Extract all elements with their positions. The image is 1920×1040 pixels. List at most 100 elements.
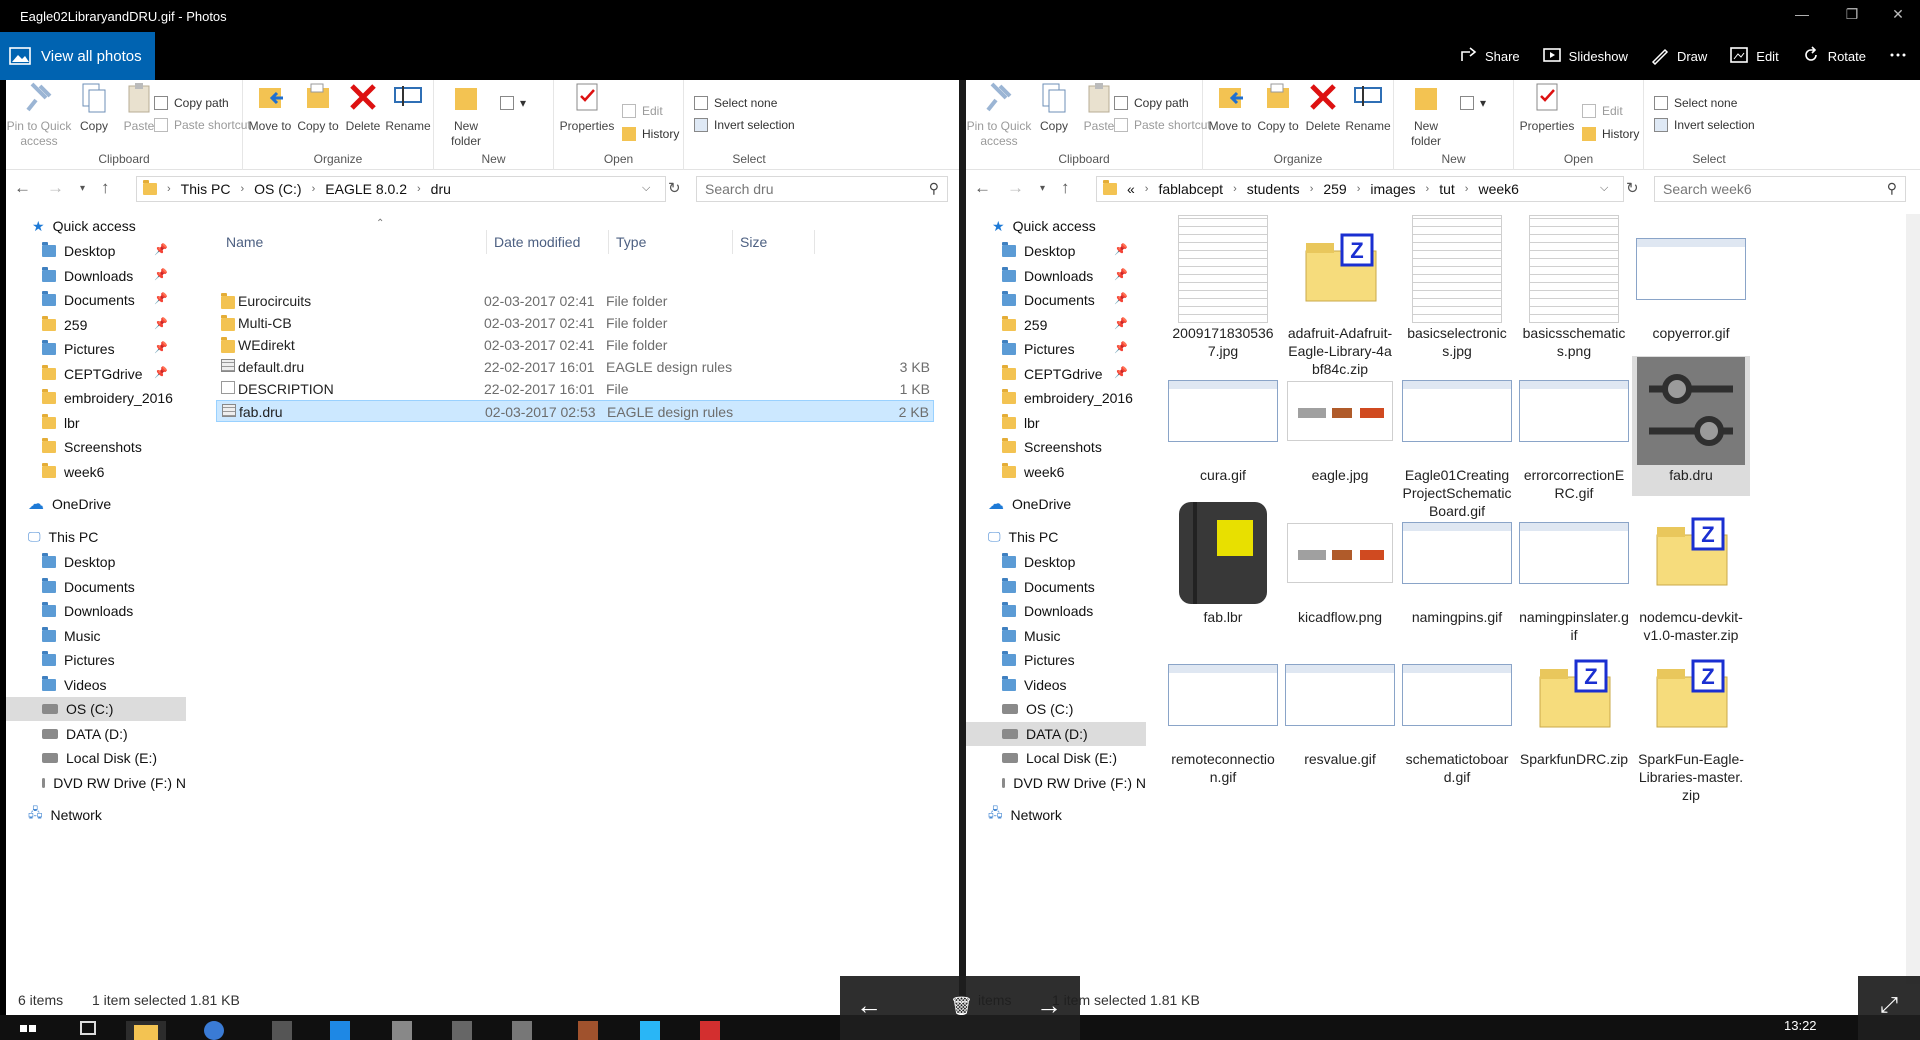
copy-to-button[interactable]: Copy to bbox=[1255, 80, 1301, 134]
column-name[interactable]: Name bbox=[226, 234, 263, 250]
nav-item-ceptgdrive[interactable]: CEPTGdrive 📌 bbox=[6, 362, 186, 386]
file-tile[interactable]: errorcorrectionERC.gif bbox=[1515, 356, 1633, 501]
recent-dropdown-icon[interactable]: ▾ bbox=[1040, 178, 1045, 198]
nav-item-data-d[interactable]: DATA (D:) bbox=[6, 722, 186, 746]
move-to-button[interactable]: Move to bbox=[247, 80, 293, 134]
app-icon[interactable] bbox=[452, 1021, 472, 1040]
file-tile[interactable]: fab.lbr bbox=[1164, 498, 1282, 638]
edit-button[interactable]: Edit bbox=[1729, 45, 1779, 68]
file-tile[interactable]: kicadflow.png bbox=[1281, 498, 1399, 638]
file-tile[interactable]: basicselectronics.jpg bbox=[1398, 214, 1516, 359]
nav-item-os-c[interactable]: OS (C:) bbox=[6, 697, 186, 721]
delete-photo-icon[interactable]: 🗑 bbox=[950, 996, 973, 1017]
nav-item-desktop[interactable]: Desktop bbox=[966, 550, 1146, 574]
history-button[interactable]: History bbox=[622, 125, 679, 143]
properties-button[interactable]: Properties bbox=[556, 80, 618, 134]
nav-item-os-c[interactable]: OS (C:) bbox=[966, 697, 1146, 721]
breadcrumb-item[interactable]: tut bbox=[1439, 181, 1455, 197]
nav-item-screenshots[interactable]: Screenshots bbox=[966, 435, 1146, 459]
file-tile[interactable]: remoteconnection.gif bbox=[1164, 640, 1282, 785]
table-row[interactable]: WEdirekt 02-03-2017 02:41 File folder bbox=[216, 334, 934, 356]
file-tile[interactable]: Z SparkfunDRC.zip bbox=[1515, 640, 1633, 780]
file-tile[interactable]: 20091718305367.jpg bbox=[1164, 214, 1282, 359]
restore-icon[interactable]: ❐ bbox=[1832, 6, 1872, 23]
app-icon[interactable] bbox=[578, 1021, 598, 1040]
nav-item-videos[interactable]: Videos bbox=[6, 673, 186, 697]
nav-item-259[interactable]: 259 📌 bbox=[6, 313, 186, 337]
app-icon[interactable] bbox=[392, 1021, 412, 1040]
nav-item-dvd-rw-drive-f-n[interactable]: DVD RW Drive (F:) N bbox=[966, 771, 1146, 795]
invert-selection-button[interactable]: Invert selection bbox=[694, 116, 795, 134]
column-type[interactable]: Type bbox=[616, 234, 646, 250]
select-none-button[interactable]: Select none bbox=[1654, 94, 1737, 112]
edit-button[interactable]: Edit bbox=[1582, 102, 1623, 120]
copy-button[interactable]: Copy bbox=[72, 80, 116, 134]
file-tile[interactable]: basicsschematics.png bbox=[1515, 214, 1633, 359]
nav-item-local-disk-e[interactable]: Local Disk (E:) bbox=[6, 746, 186, 770]
minimize-icon[interactable]: — bbox=[1782, 6, 1822, 22]
nav-item-pictures[interactable]: Pictures bbox=[966, 648, 1146, 672]
column-size[interactable]: Size bbox=[740, 234, 767, 250]
vertical-scrollbar[interactable] bbox=[1906, 214, 1920, 984]
breadcrumb-item[interactable]: students bbox=[1247, 181, 1300, 197]
slideshow-button[interactable]: Slideshow bbox=[1542, 45, 1628, 68]
nav-item-desktop[interactable]: Desktop 📌 bbox=[6, 239, 186, 263]
file-tile[interactable]: fab.dru bbox=[1632, 356, 1750, 496]
chrome-icon[interactable] bbox=[204, 1021, 224, 1040]
rotate-button[interactable]: Rotate bbox=[1801, 45, 1866, 68]
nav-item-lbr[interactable]: lbr bbox=[6, 411, 186, 435]
nav-item-music[interactable]: Music bbox=[6, 624, 186, 648]
address-bar[interactable]: « › fablabcept › students › 259 › images › tut › wee… bbox=[1096, 176, 1624, 202]
app-icon[interactable] bbox=[640, 1021, 660, 1040]
copy-button[interactable]: Copy bbox=[1032, 80, 1076, 134]
nav-item-screenshots[interactable]: Screenshots bbox=[6, 435, 186, 459]
properties-button[interactable]: Properties bbox=[1516, 80, 1578, 134]
refresh-icon[interactable]: ↻ bbox=[1626, 179, 1639, 197]
file-tile[interactable]: eagle.jpg bbox=[1281, 356, 1399, 496]
file-tile[interactable]: Znodemcu-devkit-v1.0-master.zip bbox=[1632, 498, 1750, 643]
nav-item-pictures[interactable]: Pictures 📌 bbox=[6, 337, 186, 361]
address-bar[interactable]: › This PC › OS (C:) › EAGLE 8.0.2 › dru bbox=[136, 176, 666, 202]
table-row[interactable]: Eurocircuits 02-03-2017 02:41 File folder bbox=[216, 290, 934, 312]
delete-button[interactable]: Delete bbox=[1301, 80, 1345, 134]
app-icon[interactable] bbox=[512, 1021, 532, 1040]
breadcrumb-item[interactable]: This PC bbox=[181, 181, 231, 197]
nav-item-music[interactable]: Music bbox=[966, 624, 1146, 648]
new-item-button[interactable]: ▾ bbox=[500, 94, 526, 112]
more-button[interactable] bbox=[1888, 45, 1908, 68]
nav-item-week6[interactable]: week6 bbox=[6, 460, 186, 484]
nav-item-data-d[interactable]: DATA (D:) bbox=[966, 721, 1146, 746]
copy-path-button[interactable]: Copy path bbox=[1114, 94, 1189, 112]
forward-icon[interactable]: → bbox=[47, 178, 64, 198]
breadcrumb-item[interactable]: « bbox=[1127, 181, 1135, 197]
file-tile[interactable]: namingpinslater.gif bbox=[1515, 498, 1633, 643]
nav-item-documents[interactable]: Documents 📌 bbox=[966, 288, 1146, 312]
back-icon[interactable]: ← bbox=[974, 178, 991, 198]
invert-selection-button[interactable]: Invert selection bbox=[1654, 116, 1755, 134]
file-tile[interactable]: Eagle01CreatingProjectSchematicBoard.gif bbox=[1398, 356, 1516, 519]
close-icon[interactable]: ✕ bbox=[1878, 6, 1918, 23]
next-photo-icon[interactable]: → bbox=[1036, 990, 1062, 1021]
up-icon[interactable]: ↑ bbox=[1061, 178, 1070, 198]
select-none-button[interactable]: Select none bbox=[694, 94, 777, 112]
breadcrumb-item[interactable]: OS (C:) bbox=[254, 181, 301, 197]
breadcrumb-item[interactable]: week6 bbox=[1478, 181, 1518, 197]
rename-button[interactable]: Rename bbox=[1343, 80, 1393, 134]
nav-item-desktop[interactable]: Desktop bbox=[6, 550, 186, 574]
up-icon[interactable]: ↑ bbox=[101, 178, 110, 198]
nav-item-week6[interactable]: week6 bbox=[966, 460, 1146, 484]
file-tile[interactable]: Z SparkFun-Eagle-Libraries-master.zip bbox=[1632, 640, 1750, 803]
nav-item-documents[interactable]: Documents bbox=[966, 575, 1146, 599]
search-input[interactable]: Search dru ⚲ bbox=[696, 176, 948, 202]
back-icon[interactable]: ← bbox=[14, 178, 31, 198]
nav-item-pictures[interactable]: Pictures bbox=[6, 648, 186, 672]
file-tile[interactable]: schematictoboard.gif bbox=[1398, 640, 1516, 785]
column-date-modified[interactable]: Date modified bbox=[494, 234, 580, 250]
pin-quick-access-button[interactable]: Pin to Quick access bbox=[6, 80, 72, 149]
nav-item-dvd-rw-drive-f-n[interactable]: DVD RW Drive (F:) N bbox=[6, 771, 186, 795]
nav-onedrive[interactable]: ☁ OneDrive bbox=[6, 492, 186, 516]
app-icon[interactable] bbox=[700, 1021, 720, 1040]
paste-shortcut-button[interactable]: Paste shortcut bbox=[1114, 116, 1211, 134]
breadcrumb-item[interactable]: fablabcept bbox=[1158, 181, 1223, 197]
share-button[interactable]: Share bbox=[1458, 45, 1520, 68]
